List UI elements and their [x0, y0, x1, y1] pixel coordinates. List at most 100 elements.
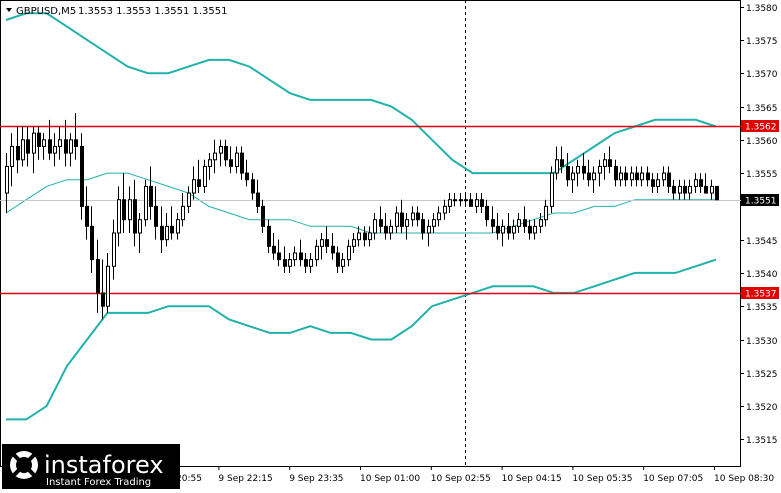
- candle-body: [528, 225, 532, 234]
- candle-body: [539, 219, 543, 227]
- candle-body: [694, 179, 698, 187]
- chart-background: [0, 0, 781, 489]
- candle-body: [32, 132, 36, 154]
- y-tick-label: 1.3545: [746, 237, 778, 247]
- candle-body: [21, 139, 25, 161]
- candle-body: [352, 239, 356, 247]
- candle-body: [592, 172, 596, 181]
- candle-body: [224, 145, 228, 161]
- candle-body: [678, 185, 682, 194]
- candle-body: [133, 199, 137, 234]
- candle-body: [672, 185, 676, 194]
- candle-body: [187, 192, 191, 207]
- candle-body: [112, 232, 116, 267]
- ohlc-readout: 1.3553 1.3553 1.3551 1.3551: [78, 6, 228, 17]
- candle-body: [37, 132, 41, 147]
- candle-body: [154, 205, 158, 227]
- candle-body: [235, 152, 239, 167]
- candle-body: [170, 225, 174, 234]
- candle-body: [251, 179, 255, 194]
- candle-body: [566, 165, 570, 181]
- watermark-tagline: Instant Forex Trading: [46, 477, 151, 488]
- candle-body: [635, 172, 639, 181]
- candle-body: [405, 219, 409, 227]
- candle-body: [341, 259, 345, 267]
- candle-body: [710, 185, 714, 194]
- candle-body: [576, 165, 580, 174]
- candle-body: [80, 145, 84, 207]
- x-tick-label: 10 Sep 02:55: [431, 474, 491, 484]
- y-tick-label: 1.3530: [746, 337, 778, 347]
- y-tick-label: 1.3540: [746, 270, 778, 280]
- candle-body: [384, 225, 388, 234]
- candle-body: [630, 172, 634, 181]
- candle-body: [320, 239, 324, 247]
- candle-body: [138, 219, 142, 234]
- candle-body: [336, 252, 340, 267]
- y-tick-label: 1.3570: [746, 70, 778, 80]
- candle-body: [603, 159, 607, 167]
- level-tag-label-1: 1.3562: [745, 123, 777, 133]
- candle-body: [53, 145, 57, 154]
- chart-canvas: 1.3580 1.3575 1.3570 1.3565 1.3560 1.3555 1.35…: [0, 0, 781, 489]
- candle-body: [395, 212, 399, 227]
- level-tag-label-2: 1.3537: [745, 290, 777, 300]
- candle-body: [427, 225, 431, 234]
- candle-body: [411, 212, 415, 221]
- candle-body: [347, 245, 351, 261]
- watermark-brand: instaforex: [44, 451, 164, 479]
- candle-body: [165, 225, 169, 241]
- candle-body: [122, 199, 126, 221]
- candle-body: [688, 185, 692, 194]
- candle-body: [475, 199, 479, 207]
- candle-body: [619, 172, 623, 181]
- candle-body: [69, 139, 73, 154]
- candle-body: [203, 165, 207, 187]
- x-tick-label: 9 Sep 23:35: [289, 474, 343, 484]
- x-tick-label: 10 Sep 05:35: [572, 474, 632, 484]
- candle-body: [571, 172, 575, 181]
- candle-body: [640, 172, 644, 181]
- candle-body: [5, 165, 9, 194]
- x-tick-label: 10 Sep 08:30: [714, 474, 774, 484]
- watermark-svg: instaforex Instant Forex Trading: [10, 451, 164, 488]
- candle-body: [128, 199, 132, 221]
- candle-body: [368, 232, 372, 241]
- candle-body: [512, 225, 516, 234]
- candle-body: [229, 159, 233, 167]
- candle-body: [400, 212, 404, 227]
- candle-body: [667, 172, 671, 187]
- candle-body: [459, 199, 463, 202]
- candle-body: [651, 179, 655, 187]
- candle-body: [416, 212, 420, 221]
- candle: [80, 133, 84, 220]
- candle-body: [245, 172, 249, 181]
- candle-body: [288, 259, 292, 267]
- candle-body: [42, 139, 46, 147]
- candle-body: [448, 199, 452, 207]
- symbol-label: GBPUSD,M5: [16, 6, 76, 17]
- y-tick-label: 1.3525: [746, 370, 778, 380]
- x-tick-label: 10 Sep 07:05: [643, 474, 703, 484]
- candle-body: [598, 165, 602, 174]
- candle-body: [550, 172, 554, 207]
- candle-body: [443, 205, 447, 214]
- candle-body: [555, 159, 559, 174]
- candle-body: [624, 172, 628, 181]
- candle-body: [261, 205, 265, 227]
- candle: [550, 166, 554, 214]
- candle-body: [485, 205, 489, 221]
- current-price-tag-label: 1.3551: [745, 197, 777, 207]
- price-chart[interactable]: 1.3580 1.3575 1.3570 1.3565 1.3560 1.3555 1.35…: [0, 0, 781, 489]
- candle-body: [192, 179, 196, 194]
- candle-body: [267, 225, 271, 247]
- candle-body: [219, 145, 223, 154]
- candle-body: [501, 225, 505, 234]
- candle-body: [389, 225, 393, 234]
- y-tick-label: 1.3575: [746, 37, 778, 47]
- instaforex-logo-icon: [10, 451, 38, 479]
- candle-body: [373, 219, 377, 234]
- candle-body: [496, 225, 500, 234]
- candle-body: [662, 172, 666, 181]
- candle-body: [181, 205, 185, 221]
